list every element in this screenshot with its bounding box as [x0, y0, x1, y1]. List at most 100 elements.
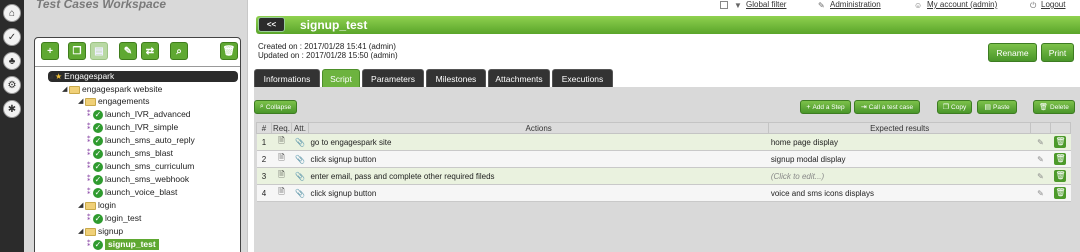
user-icon: ☺	[914, 1, 923, 10]
filter-checkbox[interactable]	[720, 1, 728, 9]
tab-milestones[interactable]: Milestones	[426, 69, 486, 87]
delete-button[interactable]: 🗑 Delete	[1033, 100, 1075, 114]
collapse-icon[interactable]: ◢	[78, 96, 85, 107]
folder-icon	[85, 201, 96, 210]
delete-node-icon[interactable]: 🗑	[220, 42, 238, 60]
requirement-icon[interactable]: 🗎	[271, 167, 292, 185]
call-test-case-label: Call a test case	[868, 103, 914, 111]
tree-panel: + ❐ ▤ ✎ ⇄ ⌕ 🗑 ◢ ★ Engagespark ◢ engagesp…	[34, 37, 241, 252]
step-expected[interactable]: voice and sms icons displays	[768, 184, 1031, 202]
search-icon[interactable]: ⌕	[170, 42, 188, 60]
my-account-link[interactable]: My account (admin)	[927, 0, 997, 9]
tab-script[interactable]: Script	[322, 69, 360, 87]
delete-label: Delete	[1050, 103, 1069, 111]
step-action[interactable]: go to engagespark site	[308, 133, 769, 151]
tree-item-selected[interactable]: ⁑ ✓ signup_test	[87, 239, 159, 250]
tree-root-node[interactable]: ◢ ★ Engagespark	[48, 71, 238, 82]
home-icon[interactable]: ⌂	[3, 4, 21, 22]
back-button[interactable]: <<	[258, 17, 285, 32]
step-action[interactable]: enter email, pass and complete other req…	[308, 167, 769, 185]
trash-icon: 🗑	[1054, 136, 1067, 148]
created-value: 2017/01/28 15:41 (admin)	[304, 42, 396, 51]
tree-item-label: launch_IVR_simple	[105, 122, 179, 132]
copy-node-icon[interactable]: ❐	[68, 42, 86, 60]
requirement-icon[interactable]: 🗎	[271, 184, 292, 202]
step-number: 3	[256, 167, 272, 185]
collapse-icon[interactable]: ◢	[48, 71, 55, 82]
copy-icon: ❐	[942, 104, 950, 111]
step-expected[interactable]: home page display	[768, 133, 1031, 151]
add-icon[interactable]: +	[41, 42, 59, 60]
check-icon: ✓	[93, 174, 103, 185]
add-step-button[interactable]: + Add a Step	[800, 100, 851, 114]
tab-attachments[interactable]: Attachments	[488, 69, 550, 87]
tree-folder-label: signup	[98, 226, 124, 236]
delete-step-button[interactable]: 🗑	[1050, 150, 1071, 168]
table-row[interactable]: 4 🗎 📎 click signup button voice and sms …	[256, 184, 1071, 202]
edit-step-icon[interactable]: ✎	[1030, 167, 1051, 185]
tree-item[interactable]: ⁑ ✓ launch_sms_blast	[87, 148, 173, 159]
tree-item[interactable]: ⁑ ✓ launch_sms_curriculum	[87, 161, 194, 172]
requirement-icon[interactable]: 🗎	[271, 133, 292, 151]
tab-executions[interactable]: Executions	[552, 69, 613, 87]
bugtracker-icon[interactable]: ✱	[3, 100, 21, 118]
paste-node-icon[interactable]: ▤	[90, 42, 108, 60]
collapse-icon[interactable]: ◢	[78, 226, 85, 237]
tree-item[interactable]: ⁑ ✓ launch_sms_auto_reply	[87, 135, 195, 146]
tree-folder-signup[interactable]: ◢ signup	[78, 226, 123, 237]
delete-step-button[interactable]: 🗑	[1050, 184, 1071, 202]
trash-icon: 🗑	[1054, 170, 1067, 182]
copy-button[interactable]: ❐ Copy	[937, 100, 972, 114]
attachment-icon[interactable]: 📎	[291, 167, 309, 185]
table-row[interactable]: 3 🗎 📎 enter email, pass and complete oth…	[256, 167, 1071, 185]
step-number: 4	[256, 184, 272, 202]
print-button[interactable]: Print	[1041, 43, 1074, 62]
collapse-icon[interactable]: ◢	[78, 200, 85, 211]
tree-item[interactable]: ⁑ ✓ launch_IVR_advanced	[87, 109, 191, 120]
test-case-meta: Created on : 2017/01/28 15:41 (admin) Up…	[258, 42, 398, 60]
step-action[interactable]: click signup button	[308, 150, 769, 168]
tree-item[interactable]: ⁑ ✓ launch_sms_webhook	[87, 174, 189, 185]
tree-item[interactable]: ⁑ ✓ login_test	[87, 213, 141, 224]
attachment-icon[interactable]: 📎	[291, 150, 309, 168]
requirements-icon[interactable]: ✓	[3, 28, 21, 46]
tree-item[interactable]: ⁑ ✓ launch_IVR_simple	[87, 122, 178, 133]
tree-folder-engagements[interactable]: ◢ engagements	[78, 96, 150, 107]
col-attachments: Att.	[290, 122, 309, 134]
requirement-icon[interactable]: 🗎	[271, 150, 292, 168]
folder-icon	[69, 85, 80, 94]
attachment-icon[interactable]: 📎	[291, 133, 309, 151]
step-expected[interactable]: (Click to edit...)	[768, 167, 1031, 185]
edit-step-icon[interactable]: ✎	[1030, 133, 1051, 151]
delete-step-button[interactable]: 🗑	[1050, 167, 1071, 185]
move-node-icon[interactable]: ⇄	[141, 42, 159, 60]
table-row[interactable]: 2 🗎 📎 click signup button signup modal d…	[256, 150, 1071, 168]
administration-link[interactable]: Administration	[830, 0, 881, 9]
step-action[interactable]: click signup button	[308, 184, 769, 202]
check-icon: ✓	[93, 213, 103, 224]
tree-item-label: launch_voice_blast	[105, 187, 178, 197]
test-cases-icon[interactable]: ♣	[3, 52, 21, 70]
rename-node-icon[interactable]: ✎	[119, 42, 137, 60]
test-steps-table: # Req. Att. Actions Expected results 1 🗎…	[256, 122, 1072, 202]
paste-button[interactable]: ▤ Paste	[977, 100, 1017, 114]
tree-project-node[interactable]: ◢ engagespark website	[62, 84, 162, 95]
plus-icon: +	[806, 103, 811, 111]
edit-step-icon[interactable]: ✎	[1030, 150, 1051, 168]
collapse-button[interactable]: ⌕ Collapse	[254, 100, 297, 114]
tree-folder-login[interactable]: ◢ login	[78, 200, 116, 211]
rename-button[interactable]: Rename	[988, 43, 1037, 62]
logout-link[interactable]: Logout	[1041, 0, 1065, 9]
collapse-icon[interactable]: ◢	[62, 84, 69, 95]
table-row[interactable]: 1 🗎 📎 go to engagespark site home page d…	[256, 133, 1071, 151]
attachment-icon[interactable]: 📎	[291, 184, 309, 202]
tab-parameters[interactable]: Parameters	[362, 69, 424, 87]
tree-item[interactable]: ⁑ ✓ launch_voice_blast	[87, 187, 177, 198]
edit-step-icon[interactable]: ✎	[1030, 184, 1051, 202]
delete-step-button[interactable]: 🗑	[1050, 133, 1071, 151]
step-expected[interactable]: signup modal display	[768, 150, 1031, 168]
call-test-case-button[interactable]: ⇥ Call a test case	[854, 100, 920, 114]
campaigns-icon[interactable]: ⚙	[3, 76, 21, 94]
global-filter-link[interactable]: Global filter	[746, 0, 786, 9]
tab-informations[interactable]: Informations	[254, 69, 320, 87]
